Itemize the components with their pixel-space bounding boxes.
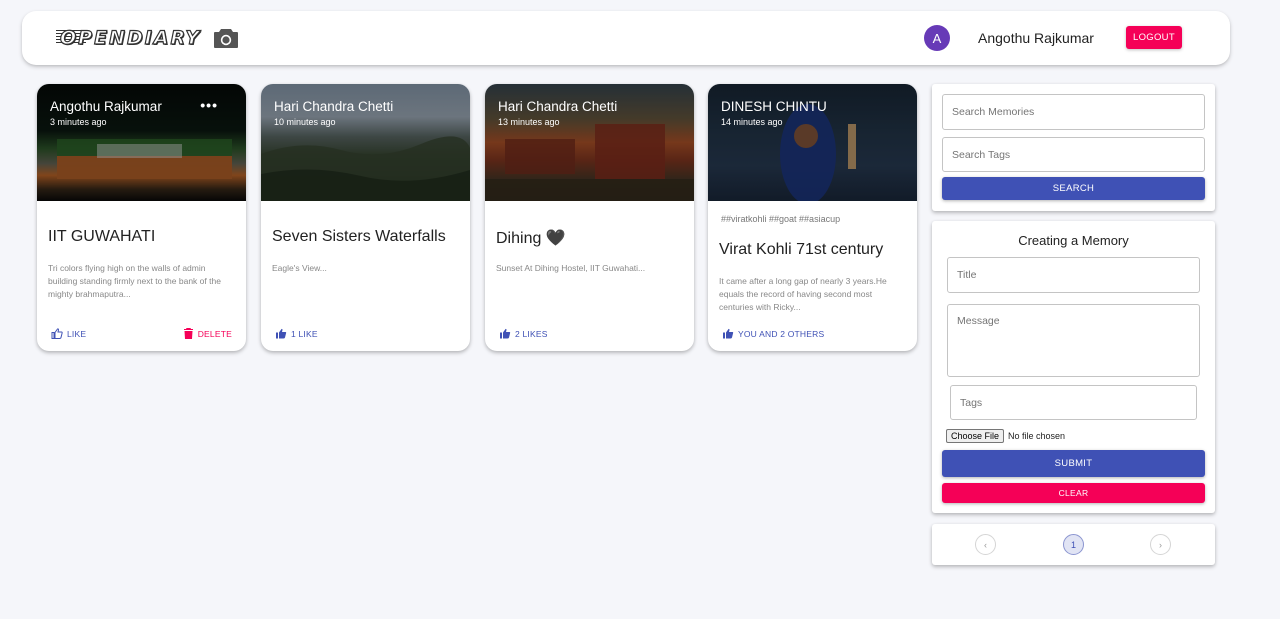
- card-message: It came after a long gap of nearly 3 yea…: [719, 276, 887, 312]
- thumb-up-outline-icon: [51, 328, 63, 339]
- card-title: IIT GUWAHATI: [48, 228, 156, 245]
- username: Angothu Rajkumar: [978, 30, 1094, 46]
- search-memories-input[interactable]: [942, 94, 1205, 130]
- like-button[interactable]: 2 LIKES: [499, 328, 548, 339]
- card-time: 13 minutes ago: [498, 117, 560, 127]
- like-label: 2 LIKES: [515, 328, 548, 339]
- search-tags-input[interactable]: [942, 137, 1205, 172]
- card-message: Sunset At Dihing Hostel, IIT Guwahati...: [496, 263, 646, 273]
- card-title: Dihing 🖤: [496, 230, 566, 247]
- like-button[interactable]: LIKE: [51, 328, 86, 339]
- trash-icon: [183, 328, 193, 339]
- card-title: Seven Sisters Waterfalls: [272, 228, 446, 245]
- brand-logo-text: OPENDIARY: [59, 26, 202, 49]
- more-options-icon[interactable]: •••: [200, 97, 218, 113]
- search-button[interactable]: SEARCH: [942, 177, 1205, 200]
- card-title: Virat Kohli 71st century: [719, 241, 884, 258]
- card-author: Hari Chandra Chetti: [274, 99, 394, 114]
- tags-input[interactable]: [950, 385, 1197, 420]
- card-tags: ##viratkohli ##goat ##asiacup: [721, 214, 841, 224]
- memory-card[interactable]: Hari Chandra Chetti 13 minutes ago Dihin…: [485, 84, 694, 351]
- file-picker: Choose File No file chosen: [946, 429, 1065, 443]
- prev-page-button[interactable]: ‹: [975, 534, 996, 555]
- card-message: Tri colors flying high on the walls of a…: [48, 263, 221, 299]
- card-time: 3 minutes ago: [50, 117, 107, 127]
- page-1-button[interactable]: 1: [1063, 534, 1084, 555]
- card-author: Hari Chandra Chetti: [498, 99, 618, 114]
- card-time: 14 minutes ago: [721, 117, 783, 127]
- next-page-button[interactable]: ›: [1150, 534, 1171, 555]
- card-author: Angothu Rajkumar: [50, 99, 162, 114]
- memory-card[interactable]: Hari Chandra Chetti 10 minutes ago Seven…: [261, 84, 470, 351]
- like-label: 1 LIKE: [291, 328, 318, 339]
- like-label: LIKE: [67, 328, 87, 339]
- logout-button[interactable]: LOGOUT: [1126, 26, 1182, 49]
- camera-icon: [213, 27, 239, 49]
- search-panel: SEARCH: [932, 84, 1215, 211]
- card-time: 10 minutes ago: [274, 117, 336, 127]
- thumb-up-icon: [276, 328, 287, 339]
- like-button[interactable]: YOU AND 2 OTHERS: [722, 328, 824, 339]
- choose-file-button[interactable]: Choose File: [946, 429, 1005, 443]
- memory-card[interactable]: DINESH CHINTU 14 minutes ago ##viratkohl…: [708, 84, 917, 351]
- pagination: ‹ 1 ›: [932, 524, 1215, 565]
- form-heading: Creating a Memory: [1018, 233, 1129, 248]
- avatar[interactable]: A: [924, 25, 950, 51]
- submit-button[interactable]: SUBMIT: [942, 450, 1205, 477]
- card-message: Eagle's View...: [272, 263, 327, 273]
- delete-label: DELETE: [197, 328, 232, 339]
- file-status: No file chosen: [1008, 431, 1066, 441]
- like-button[interactable]: 1 LIKE: [275, 328, 318, 339]
- brand[interactable]: OPENDIARY: [56, 26, 239, 50]
- memory-card[interactable]: Angothu Rajkumar 3 minutes ago ••• IIT G…: [37, 84, 246, 351]
- thumb-up-icon: [723, 328, 734, 339]
- like-label: YOU AND 2 OTHERS: [738, 328, 825, 339]
- card-author: DINESH CHINTU: [721, 99, 827, 114]
- thumb-up-icon: [500, 328, 511, 339]
- app-bar: OPENDIARY A Angothu Rajkumar LOGOUT: [22, 11, 1230, 65]
- create-memory-form: Creating a Memory Choose File No file ch…: [932, 221, 1215, 513]
- delete-button[interactable]: DELETE: [183, 328, 232, 339]
- clear-button[interactable]: CLEAR: [942, 483, 1205, 503]
- message-input[interactable]: [947, 304, 1200, 377]
- title-input[interactable]: [947, 257, 1200, 293]
